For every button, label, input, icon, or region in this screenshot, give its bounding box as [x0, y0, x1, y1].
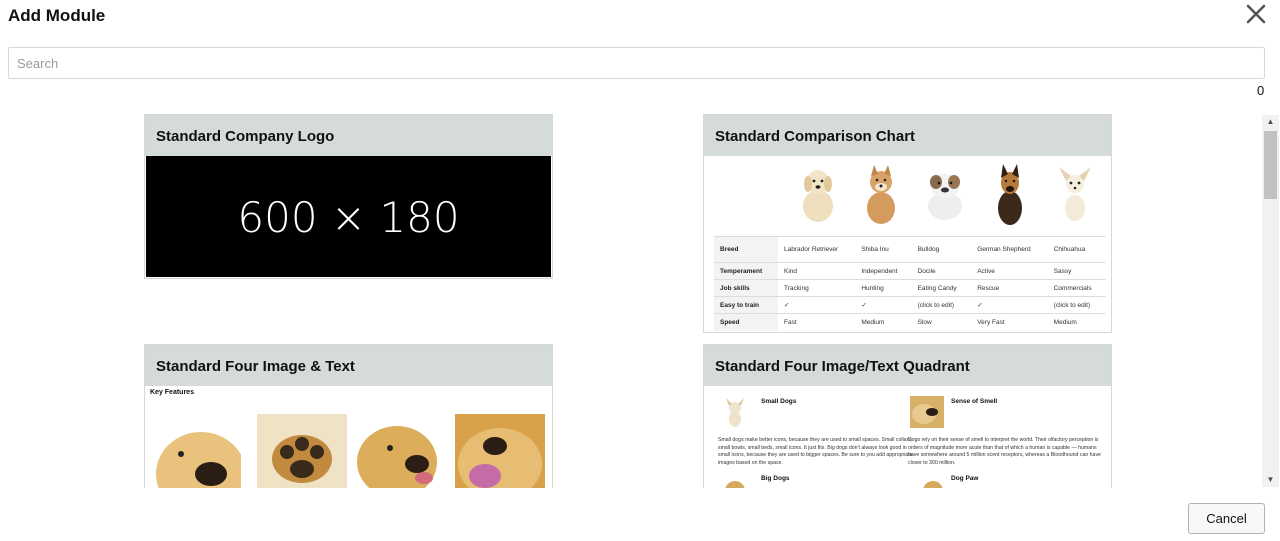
- table-cell: Commercials: [1047, 279, 1106, 297]
- module-card-four-image-quadrant[interactable]: Standard Four Image/Text Quadrant Small …: [703, 344, 1112, 488]
- table-cell: ✓: [855, 296, 912, 314]
- german-shepherd-image: [998, 164, 1022, 225]
- table-cell: Rescue: [971, 279, 1048, 297]
- table-cell: Kind: [778, 262, 856, 280]
- table-cell: Speed: [714, 313, 778, 331]
- module-list-scrollbar[interactable]: ▲ ▼: [1262, 115, 1279, 487]
- quadrant-heading: Small Dogs: [761, 398, 797, 405]
- table-cell: Eating Candy: [911, 279, 972, 297]
- quadrant-text: Dogs rely on their sense of smell to int…: [908, 437, 1101, 466]
- labrador-image: [803, 170, 833, 222]
- big-dog-image: [718, 475, 752, 488]
- table-row: Speed Fast Medium Slow Very Fast Medium: [714, 313, 1106, 331]
- table-cell: Very Fast: [971, 313, 1048, 331]
- table-cell: Independent: [855, 262, 912, 280]
- quadrant-text: Small dogs make better icons, because th…: [718, 437, 913, 466]
- module-card-four-image-text[interactable]: Standard Four Image & Text Key Features: [144, 344, 553, 488]
- table-cell: Job skills: [714, 279, 778, 297]
- add-module-dialog: Add Module 0 Standard Company Logo 600 ×…: [0, 0, 1280, 541]
- table-cell: Fast: [778, 313, 856, 331]
- close-icon[interactable]: [1244, 2, 1268, 26]
- table-row: Temperament Kind Independent Docile Acti…: [714, 262, 1106, 280]
- table-cell: Active: [971, 262, 1048, 280]
- shiba-inu-image: [867, 165, 895, 224]
- table-cell: Bulldog: [911, 236, 972, 263]
- table-cell: ✓: [971, 296, 1048, 314]
- table-cell: Hunting: [855, 279, 912, 297]
- small-dog-image: [718, 396, 752, 428]
- chihuahua-image: [1059, 167, 1091, 221]
- dog-photos-row: [714, 162, 1104, 230]
- dialog-title: Add Module: [8, 6, 106, 25]
- module-card-company-logo[interactable]: Standard Company Logo 600 × 180: [144, 114, 553, 279]
- table-cell: (click to edit): [1047, 296, 1106, 314]
- triangle-down-icon[interactable]: ▼: [1262, 473, 1279, 487]
- table-cell: Sassy: [1047, 262, 1106, 280]
- module-card-comparison-chart[interactable]: Standard Comparison Chart Breed Labrador…: [703, 114, 1112, 333]
- quadrant-heading: Sense of Smell: [951, 398, 998, 405]
- dog-nose-image: [910, 396, 944, 428]
- result-count: 0: [1257, 83, 1265, 98]
- table-cell: Slow: [911, 313, 972, 331]
- table-cell: Docile: [911, 262, 972, 280]
- table-row: Job skills Tracking Hunting Eating Candy…: [714, 279, 1106, 297]
- comparison-table: Breed Labrador Retriever Shiba Inu Bulld…: [714, 236, 1106, 331]
- table-cell: Tracking: [778, 279, 856, 297]
- table-cell: German Shepherd: [971, 236, 1048, 263]
- table-row: Breed Labrador Retriever Shiba Inu Bulld…: [714, 236, 1106, 263]
- quadrant-heading: Big Dogs: [761, 475, 790, 482]
- dog-face-image: [151, 414, 241, 488]
- dog-tongue-image: [455, 414, 545, 488]
- table-cell: Breed: [714, 236, 778, 263]
- dog-paw-small-image: [916, 475, 950, 488]
- triangle-up-icon[interactable]: ▲: [1262, 115, 1279, 129]
- cancel-button[interactable]: Cancel: [1188, 503, 1265, 534]
- golden-retriever-image: [352, 414, 442, 488]
- module-list[interactable]: Standard Company Logo 600 × 180 Standard…: [0, 113, 1262, 488]
- dog-paw-image: [257, 414, 347, 488]
- table-cell: Temperament: [714, 262, 778, 280]
- table-cell: Medium: [1047, 313, 1106, 331]
- search-input[interactable]: [8, 47, 1265, 79]
- table-cell: (click to edit): [911, 296, 972, 314]
- table-cell: Easy to train: [714, 296, 778, 314]
- table-cell: ✓: [778, 296, 856, 314]
- module-card-title: Standard Four Image & Text: [145, 345, 552, 386]
- key-features-heading: Key Features: [150, 389, 194, 396]
- logo-placeholder: 600 × 180: [146, 156, 551, 277]
- bulldog-image: [928, 174, 962, 220]
- quadrant-heading: Dog Paw: [951, 475, 979, 482]
- table-cell: Medium: [855, 313, 912, 331]
- module-card-title: Standard Four Image/Text Quadrant: [704, 345, 1111, 386]
- table-row: Easy to train ✓ ✓ (click to edit) ✓ (cli…: [714, 296, 1106, 314]
- module-card-title: Standard Comparison Chart: [704, 115, 1111, 156]
- module-card-title: Standard Company Logo: [145, 115, 552, 156]
- scrollbar-thumb[interactable]: [1264, 131, 1277, 199]
- table-cell: Labrador Retriever: [778, 236, 856, 263]
- table-cell: Shiba Inu: [855, 236, 912, 263]
- table-cell: Chihuahua: [1047, 236, 1106, 263]
